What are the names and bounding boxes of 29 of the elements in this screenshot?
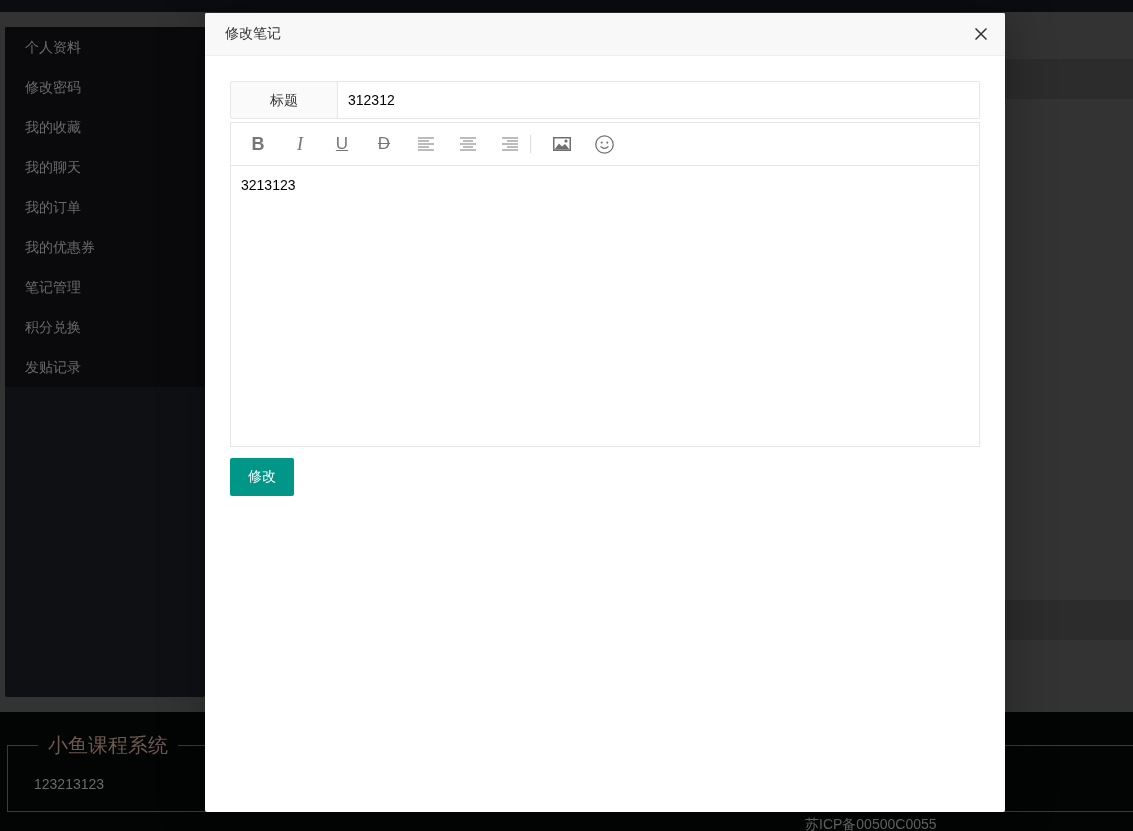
sidebar-item[interactable]: 笔记管理 bbox=[5, 267, 205, 307]
align-left-icon bbox=[418, 137, 434, 151]
submit-button[interactable]: 修改 bbox=[230, 458, 294, 496]
sidebar-item[interactable]: 我的聊天 bbox=[5, 147, 205, 187]
footer-text: 123213123 bbox=[34, 775, 105, 794]
footer-title: 小鱼课程系统 bbox=[47, 733, 169, 758]
sidebar-item[interactable]: 我的订单 bbox=[5, 187, 205, 227]
sidebar-item[interactable]: 个人资料 bbox=[5, 27, 205, 67]
sidebar-item[interactable]: 积分兑换 bbox=[5, 307, 205, 347]
dialog-title: 修改笔记 bbox=[225, 25, 281, 43]
strikethrough-button[interactable]: D bbox=[374, 134, 394, 154]
smiley-icon bbox=[594, 134, 614, 154]
sidebar-item[interactable]: 发贴记录 bbox=[5, 347, 205, 387]
editor-content[interactable]: 3213123 bbox=[231, 166, 979, 446]
title-input[interactable]: 312312 bbox=[338, 81, 980, 119]
sidebar-item[interactable]: 我的收藏 bbox=[5, 107, 205, 147]
align-right-icon bbox=[502, 137, 518, 151]
underline-button[interactable]: U bbox=[332, 134, 352, 154]
emoji-button[interactable] bbox=[594, 134, 614, 154]
sidebar-item[interactable]: 我的优惠券 bbox=[5, 227, 205, 267]
icp-text: 苏ICP备00500C0055 bbox=[805, 816, 937, 831]
close-icon[interactable] bbox=[975, 28, 987, 40]
italic-button[interactable]: I bbox=[290, 134, 310, 154]
bold-button[interactable]: B bbox=[248, 134, 268, 154]
image-button[interactable] bbox=[552, 134, 572, 154]
field-label: 标题 bbox=[230, 81, 338, 119]
sidebar-item[interactable]: 修改密码 bbox=[5, 67, 205, 107]
align-center-icon bbox=[460, 137, 476, 151]
image-icon bbox=[553, 137, 571, 151]
